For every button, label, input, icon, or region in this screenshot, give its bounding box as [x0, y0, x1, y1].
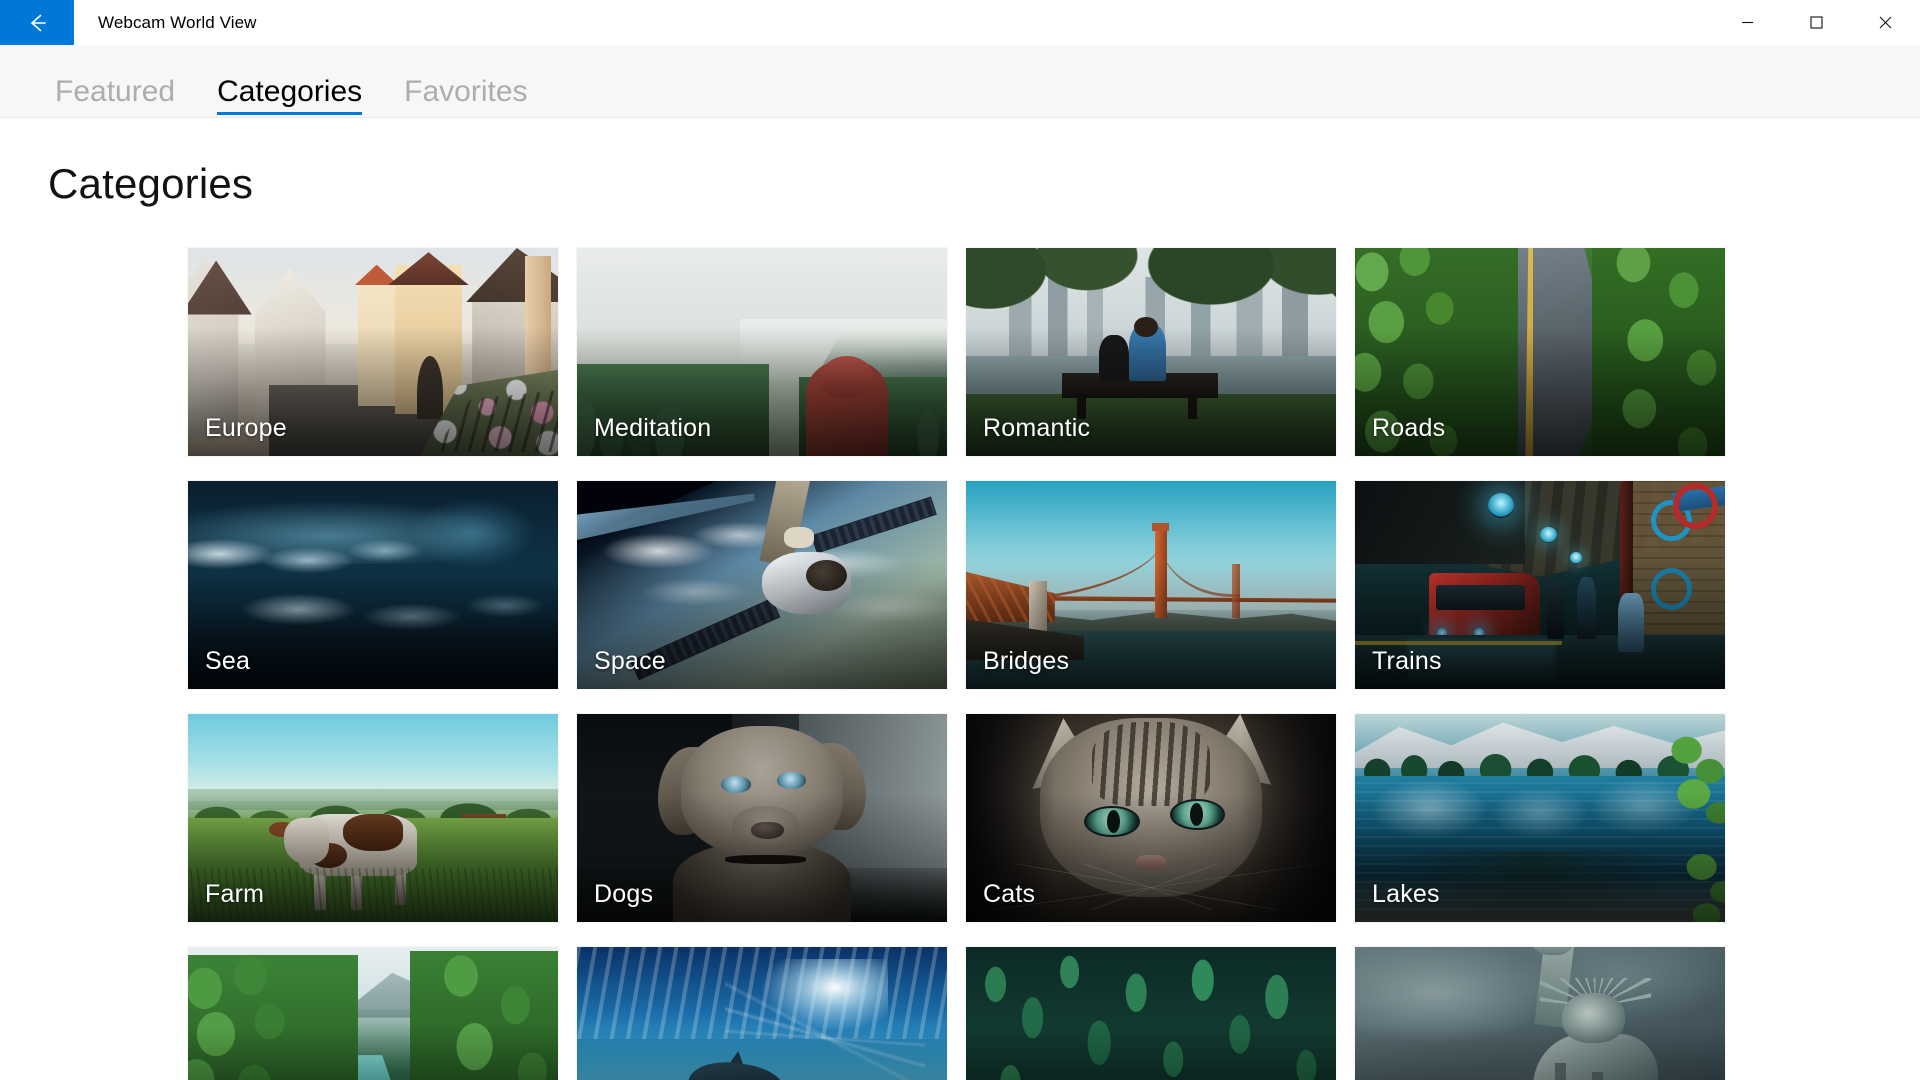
category-thumbnail — [577, 947, 947, 1080]
category-card-row4-1[interactable] — [188, 947, 558, 1080]
category-label: Space — [594, 647, 666, 675]
maximize-button[interactable] — [1782, 0, 1851, 45]
category-label: Meditation — [594, 414, 712, 442]
category-card-romantic[interactable]: Romantic — [966, 248, 1336, 456]
category-card-row4-4[interactable] — [1355, 947, 1725, 1080]
content-area: Categories Europe Meditation Romantic Ro… — [0, 118, 1920, 1080]
category-card-row4-3[interactable] — [966, 947, 1336, 1080]
tab-featured[interactable]: Featured — [34, 77, 196, 117]
minimize-button[interactable] — [1713, 0, 1782, 45]
page-title: Categories — [48, 160, 254, 207]
category-thumbnail — [188, 947, 558, 1080]
category-card-cats[interactable]: Cats — [966, 714, 1336, 922]
category-label: Trains — [1372, 647, 1442, 675]
tab-strip: Featured Categories Favorites — [0, 45, 1920, 118]
category-label: Sea — [205, 647, 251, 675]
category-label: Cats — [983, 880, 1036, 908]
category-card-lakes[interactable]: Lakes — [1355, 714, 1725, 922]
category-card-bridges[interactable]: Bridges — [966, 481, 1336, 689]
category-card-trains[interactable]: Trains — [1355, 481, 1725, 689]
close-icon — [1879, 16, 1892, 29]
category-label: Farm — [205, 880, 265, 908]
tab-categories[interactable]: Categories — [196, 77, 383, 117]
window-controls — [1713, 0, 1920, 45]
category-card-row4-2[interactable] — [577, 947, 947, 1080]
app-title: Webcam World View — [98, 12, 257, 32]
category-card-sea[interactable]: Sea — [188, 481, 558, 689]
close-button[interactable] — [1851, 0, 1920, 45]
tab-favorites[interactable]: Favorites — [383, 77, 548, 117]
category-thumbnail — [1355, 947, 1725, 1080]
category-card-roads[interactable]: Roads — [1355, 248, 1725, 456]
category-label: Dogs — [594, 880, 654, 908]
title-bar: Webcam World View — [0, 0, 1920, 45]
category-card-meditation[interactable]: Meditation — [577, 248, 947, 456]
back-arrow-icon — [31, 14, 46, 31]
category-card-space[interactable]: Space — [577, 481, 947, 689]
category-card-dogs[interactable]: Dogs — [577, 714, 947, 922]
minimize-icon — [1742, 21, 1753, 24]
category-card-europe[interactable]: Europe — [188, 248, 558, 456]
category-label: Bridges — [983, 647, 1070, 675]
category-label: Lakes — [1372, 880, 1440, 908]
maximize-icon — [1810, 16, 1823, 29]
category-label: Europe — [205, 414, 287, 442]
category-label: Roads — [1372, 414, 1446, 442]
category-thumbnail — [966, 947, 1336, 1080]
category-label: Romantic — [983, 414, 1091, 442]
back-button[interactable] — [0, 0, 74, 45]
category-card-farm[interactable]: Farm — [188, 714, 558, 922]
category-grid: Europe Meditation Romantic Roads Sea Spa… — [48, 248, 1920, 1080]
